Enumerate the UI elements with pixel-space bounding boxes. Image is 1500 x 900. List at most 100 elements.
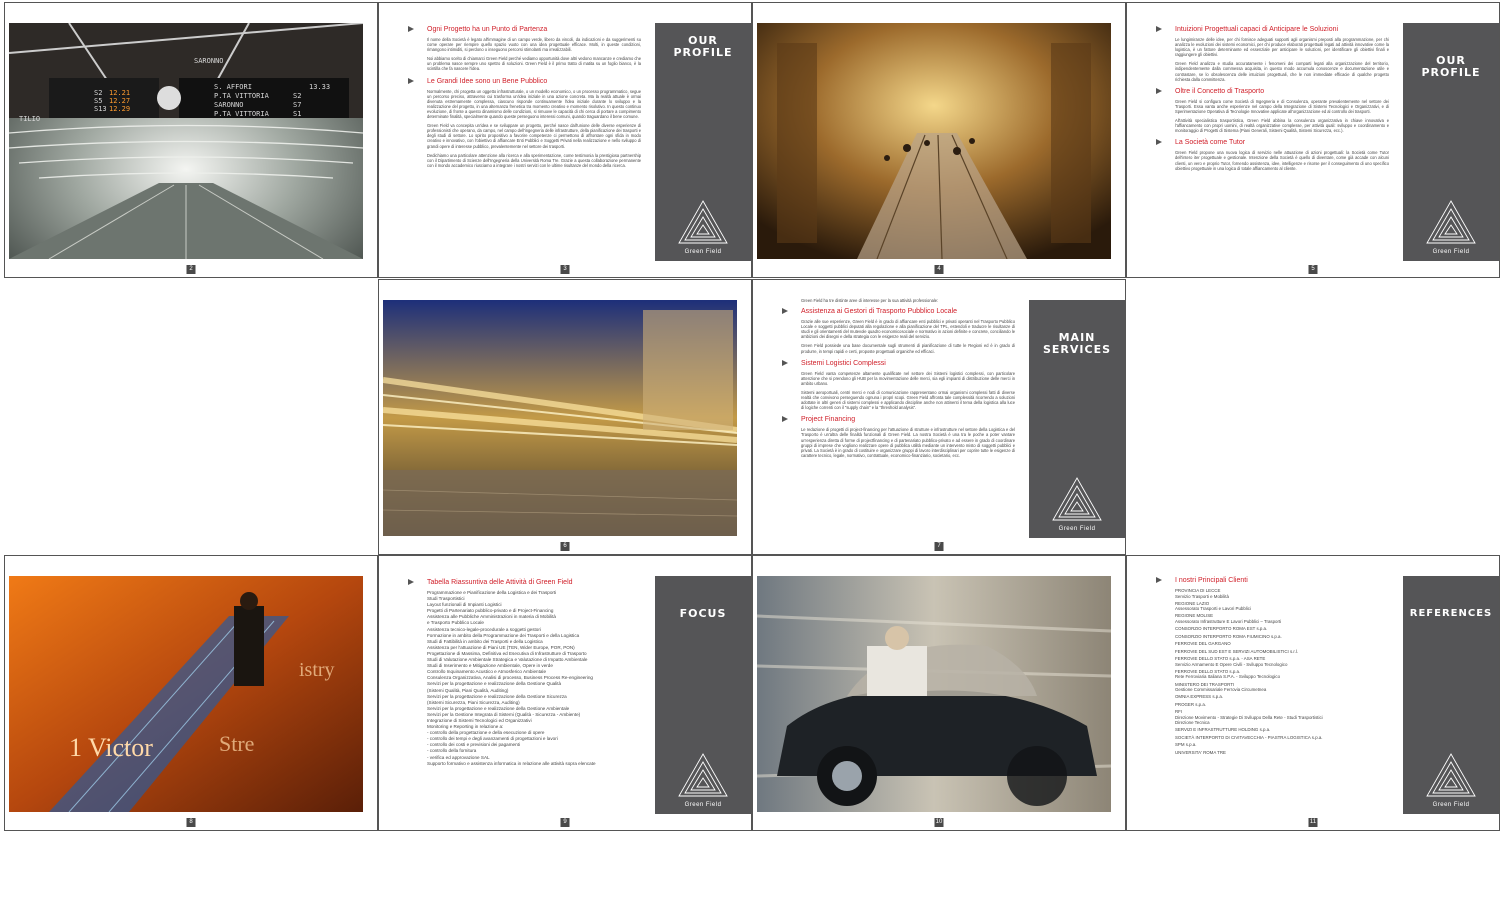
client-item: FERROVIE DEL SUD EST E SERVIZI AUTOMOBIL… <box>1175 649 1389 655</box>
section-heading: Ogni Progetto ha un Punto di Partenza <box>408 25 641 34</box>
client-name: FERROVIE DEL GARGANO <box>1175 641 1231 647</box>
client-department: Assessorato Trasporti e Lavori Pubblici <box>1175 606 1251 612</box>
section-heading: I nostri Principali Clienti <box>1156 576 1389 585</box>
client-department: Gestione Commissariale Ferrovia Circumet… <box>1175 687 1267 693</box>
board-text: TILIO <box>19 115 40 123</box>
intro-text: Green Field ha tre distinte aree di inte… <box>801 298 939 303</box>
body-paragraph: Dedichiamo una particolare attenzione al… <box>427 152 641 168</box>
page-number: 2 <box>186 265 196 274</box>
section-heading: Assistenza ai Gestori di Trasporto Pubbl… <box>782 307 1015 316</box>
green-field-logo-icon <box>678 200 728 244</box>
board-text: P.TA VITTORIA <box>214 110 270 118</box>
page-number: 3 <box>560 265 570 274</box>
panel-title: OUR PROFILE <box>1421 54 1481 79</box>
body-paragraph: Grazie alle sue esperienze, Green Field … <box>801 319 1015 340</box>
page-number: 8 <box>186 818 196 827</box>
page-6: 6 <box>378 279 752 555</box>
side-panel: MAIN SERVICES Green Field <box>1029 300 1125 538</box>
board-text: S1 <box>293 110 301 118</box>
client-item: PROGER s.p.a. <box>1175 702 1389 708</box>
content-section: Ogni Progetto ha un Punto di Partenza Il … <box>403 25 641 72</box>
board-text: S5 <box>94 97 102 105</box>
page-number: 10 <box>934 818 944 827</box>
activity-item: Supporto formativo e assistenza informat… <box>427 760 596 766</box>
client-item: SERVIZI E INFRASTRUTTURE HOLDING s.p.a. <box>1175 727 1389 733</box>
client-department: Servizio Trasporti e Mobilità <box>1175 593 1229 599</box>
page-10: 10 <box>752 555 1126 831</box>
board-text: SARONNO <box>214 101 244 109</box>
content-section: Assistenza ai Gestori di Trasporto Pubbl… <box>777 307 1015 354</box>
section-heading: Project Financing <box>782 415 1015 424</box>
content-section: Sistemi Logistici Complessi Green Field v… <box>777 359 1015 411</box>
panel-title: OUR PROFILE <box>673 34 733 59</box>
body-paragraph: Noi abbiamo scelto di chiamarci Green Fi… <box>427 56 641 72</box>
content-section: Intuizioni Progettuali capaci di Anticip… <box>1151 25 1389 82</box>
side-panel: OUR PROFILE Green Field <box>1403 23 1499 261</box>
client-name: CONSORZIO INTERPORTO ROMA FIUMICINO s.p.… <box>1175 633 1282 639</box>
section-heading: Le Grandi Idee sono un Bene Pubblico <box>408 77 641 86</box>
content-section: Project Financing Le redazione di progett… <box>777 415 1015 458</box>
client-item: CONSORZIO INTERPORTO ROMA EST s.p.a. <box>1175 626 1389 632</box>
client-name: UNIVERSITA' ROMA TRE <box>1175 749 1226 755</box>
client-item: REGIONE MOLISE Assessorato Infrastrutture… <box>1175 613 1389 624</box>
panel-title: REFERENCES <box>1409 608 1493 619</box>
body-paragraph: Green Field possiede una base documental… <box>801 343 1015 354</box>
body-paragraph: Green Field analizza e studia accuratame… <box>1175 61 1389 82</box>
side-panel: FOCUS Green Field <box>655 576 751 814</box>
green-field-logo-icon <box>678 753 728 797</box>
page-5: Intuizioni Progettuali capaci di Anticip… <box>1126 2 1500 278</box>
photo-station-hall <box>757 23 1111 259</box>
board-text: 12.29 <box>109 105 130 113</box>
client-item: SOCIETÀ INTERPORTO DI CIVITAVECCHIA - PI… <box>1175 735 1389 741</box>
page-9: Tabella Riassuntiva delle Attività di Gr… <box>378 555 752 831</box>
activities-list: Programmazione e Pianificazione della Lo… <box>427 590 641 767</box>
page-7: Green Field ha tre distinte aree di inte… <box>752 279 1126 555</box>
station-hall-image <box>757 23 1111 259</box>
body-paragraph: Green Field va concepita un'idea e se sv… <box>427 123 641 149</box>
board-text: 13.33 <box>309 83 330 91</box>
page-3-text: Ogni Progetto ha un Punto di Partenza Il … <box>403 25 641 173</box>
client-name: SERVIZI E INFRASTRUTTURE HOLDING s.p.a. <box>1175 727 1271 733</box>
logo-text: Green Field <box>1432 249 1470 255</box>
body-paragraph: Green Field si configura come Società di… <box>1175 98 1389 114</box>
client-department: Assessorato Infrastrutture E Lavori Pubb… <box>1175 618 1282 624</box>
photo-tram-street <box>383 300 737 536</box>
tram-street-image <box>383 300 737 536</box>
client-item: REGIONE LAZIO Assessorato Trasporti e Lav… <box>1175 601 1389 612</box>
client-item: FERROVIE DEL GARGANO <box>1175 641 1389 647</box>
board-text: S7 <box>293 101 301 109</box>
section-heading: Tabella Riassuntiva delle Attività di Gr… <box>408 578 641 587</box>
side-panel: REFERENCES Green Field <box>1403 576 1499 814</box>
board-text: S2 <box>94 89 102 97</box>
photo-text: Stre <box>219 731 254 756</box>
board-text: 12.21 <box>109 89 130 97</box>
page-number: 4 <box>934 265 944 274</box>
panel-title: FOCUS <box>679 607 727 620</box>
body-paragraph: Le redazione di progetti di project-fina… <box>801 427 1015 458</box>
client-name: SPM s.p.a. <box>1175 742 1197 748</box>
side-panel: OUR PROFILE Green Field <box>655 23 751 261</box>
panel-title: MAIN SERVICES <box>1042 331 1112 356</box>
page-number: 7 <box>934 542 944 551</box>
photo-text: 1 Victor <box>69 733 153 762</box>
board-text: S13 <box>94 105 107 113</box>
page-3: Ogni Progetto ha un Punto di Partenza Il … <box>378 2 752 278</box>
client-name: SOCIETÀ INTERPORTO DI CIVITAVECCHIA - PI… <box>1175 734 1323 740</box>
client-item: FERROVIE DELLO STATO s.p.a. Rete Ferrovia… <box>1175 669 1389 680</box>
page-number: 9 <box>560 818 570 827</box>
client-item: UNIVERSITA' ROMA TRE <box>1175 750 1389 756</box>
page-11-text: I nostri Principali Clienti PROVINCIA DI… <box>1151 576 1389 757</box>
green-field-logo-icon <box>1426 200 1476 244</box>
logo-text: Green Field <box>1432 802 1470 808</box>
photo-vintage-car <box>757 576 1111 812</box>
client-item: MINISTERO DEI TRASPORTI Gestione Commissa… <box>1175 682 1389 693</box>
client-item: OMNIA EXPRESS s.p.a. <box>1175 694 1389 700</box>
section-heading: Intuizioni Progettuali capaci di Anticip… <box>1156 25 1389 34</box>
client-item: FERROVIE DELLO STATO s.p.a. - ASA RETE Se… <box>1175 656 1389 667</box>
client-name: PROGER s.p.a. <box>1175 701 1206 707</box>
board-text: P.TA VITTORIA <box>214 92 270 100</box>
page-4: 4 <box>752 2 1126 278</box>
board-text: SARONNO <box>194 57 224 65</box>
client-name: CONSORZIO INTERPORTO ROMA EST s.p.a. <box>1175 626 1268 632</box>
body-paragraph: All'attività specialistica trasportistic… <box>1175 118 1389 134</box>
